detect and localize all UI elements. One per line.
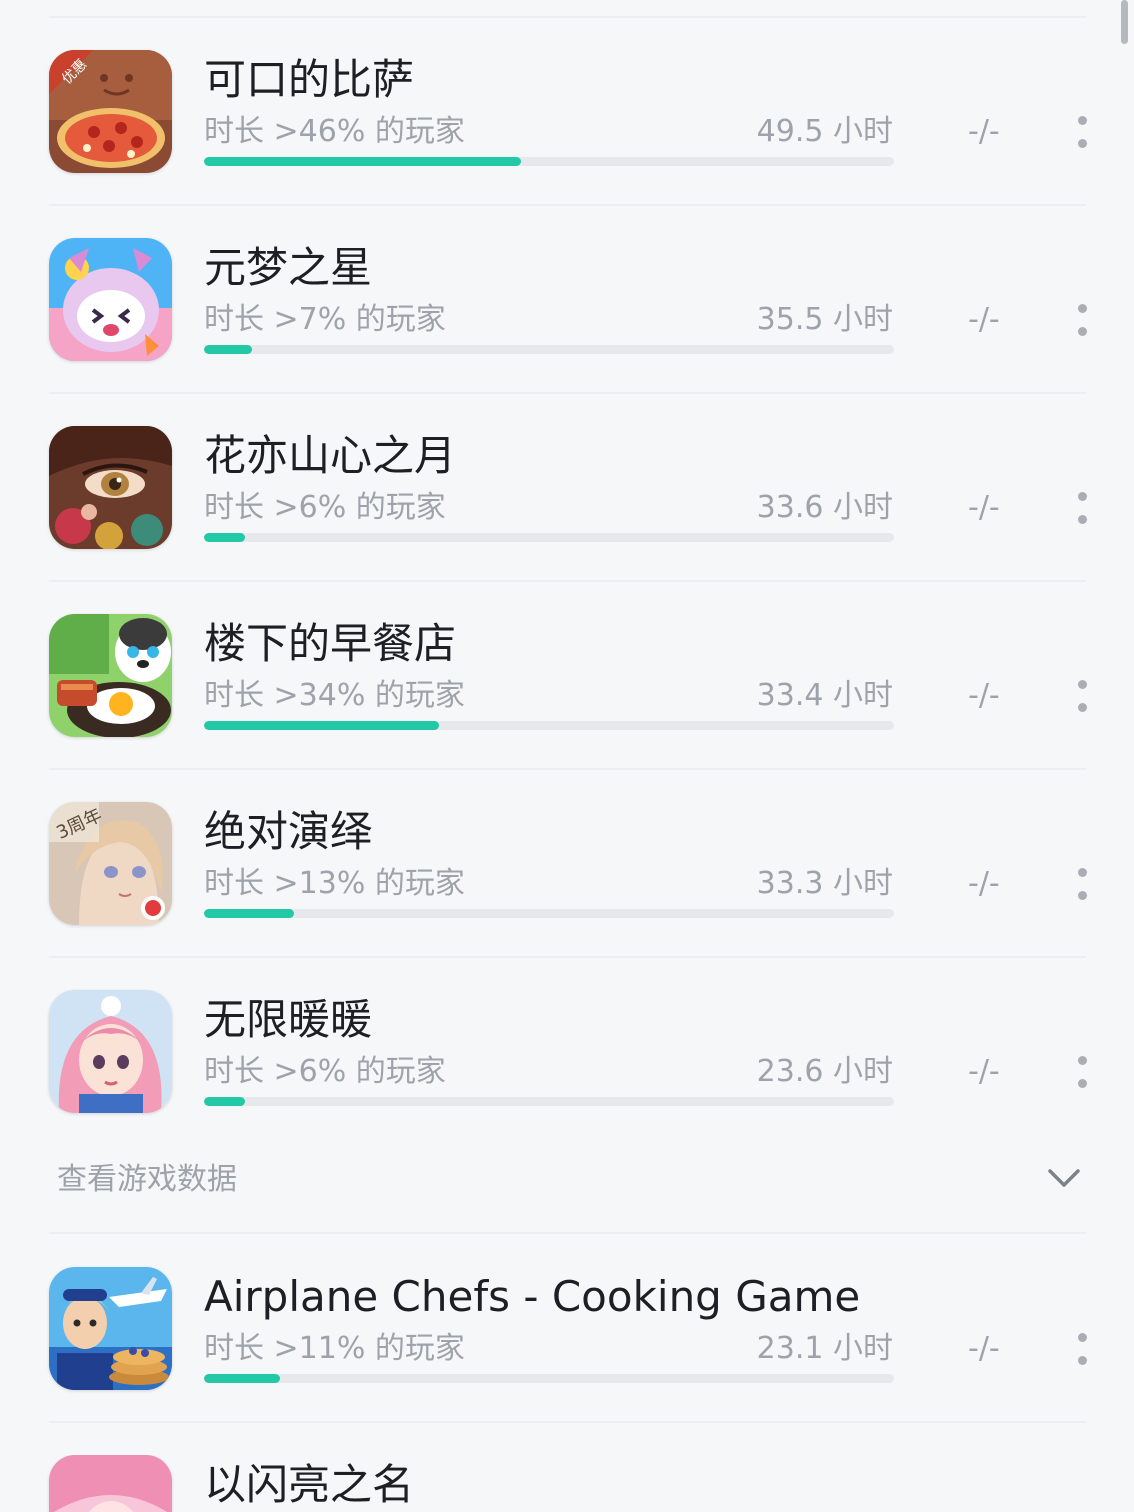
game-title[interactable]: 楼下的早餐店 (204, 616, 456, 672)
percentile-bar-fill (204, 157, 522, 166)
percentile-bar-fill (204, 909, 294, 918)
more-options-icon[interactable] (1072, 1333, 1092, 1365)
percentile-bar-fill (204, 1097, 246, 1106)
game-row[interactable]: 楼下的早餐店 时长 >34% 的玩家 33.4 小时 -/- (0, 614, 1134, 802)
game-title[interactable]: Airplane Chefs - Cooking Game (204, 1269, 860, 1325)
view-game-data-toggle[interactable]: 查看游戏数据 (0, 1152, 1134, 1212)
rank-value: -/- (968, 302, 1000, 337)
game-row[interactable]: 元梦之星 时长 >7% 的玩家 35.5 小时 -/- (0, 238, 1134, 426)
percentile-text: 时长 >34% 的玩家 (204, 678, 465, 713)
percentile-bar-fill (204, 533, 246, 542)
section-label[interactable]: 查看游戏数据 (57, 1158, 237, 1202)
rank-value: -/- (968, 678, 1000, 713)
percentile-bar (204, 157, 894, 166)
game-row[interactable]: 以闪亮之名 (0, 1455, 1134, 1512)
huayi-game-icon[interactable] (49, 426, 172, 549)
rank-value: -/- (968, 866, 1000, 901)
playtime-hours: 23.1 小时 (756, 1331, 893, 1366)
game-title[interactable]: 元梦之星 (204, 240, 372, 296)
percentile-bar (204, 721, 894, 730)
yuanmeng-game-icon[interactable] (49, 238, 172, 361)
divider (49, 16, 1086, 18)
divider (49, 768, 1086, 770)
pizza-game-icon[interactable]: 优惠 (49, 50, 172, 173)
percentile-bar (204, 1097, 894, 1106)
percentile-text: 时长 >11% 的玩家 (204, 1331, 465, 1366)
rank-value: -/- (968, 1331, 1000, 1366)
divider (49, 956, 1086, 958)
more-options-icon[interactable] (1072, 680, 1092, 712)
more-options-icon[interactable] (1072, 492, 1092, 524)
playtime-hours: 23.6 小时 (756, 1054, 893, 1089)
airplane-chefs-game-icon[interactable] (49, 1267, 172, 1390)
divider (49, 392, 1086, 394)
more-options-icon[interactable] (1072, 868, 1092, 900)
game-row[interactable]: 无限暖暖 时长 >6% 的玩家 23.6 小时 -/- (0, 990, 1134, 1178)
percentile-text: 时长 >13% 的玩家 (204, 866, 465, 901)
rank-value: -/- (968, 114, 1000, 149)
percentile-bar (204, 533, 894, 542)
game-title[interactable]: 可口的比萨 (204, 52, 414, 108)
game-title[interactable]: 无限暖暖 (204, 992, 372, 1048)
scrollbar-thumb[interactable] (1121, 0, 1128, 44)
percentile-text: 时长 >46% 的玩家 (204, 114, 465, 149)
game-row[interactable]: 3周年 绝对演绎 时长 >13% 的玩家 33.3 小时 -/- (0, 802, 1134, 990)
percentile-bar-fill (204, 1374, 280, 1383)
rank-value: -/- (968, 1054, 1000, 1089)
divider (49, 204, 1086, 206)
more-options-icon[interactable] (1072, 1056, 1092, 1088)
percentile-text: 时长 >6% 的玩家 (204, 1054, 446, 1089)
playtime-hours: 33.3 小时 (756, 866, 893, 901)
percentile-bar-fill (204, 345, 253, 354)
breakfast-game-icon[interactable] (49, 614, 172, 737)
playtime-hours: 35.5 小时 (756, 302, 893, 337)
percentile-text: 时长 >7% 的玩家 (204, 302, 446, 337)
rank-value: -/- (968, 490, 1000, 525)
playtime-hours: 49.5 小时 (756, 114, 893, 149)
chevron-down-icon[interactable] (1046, 1166, 1082, 1190)
divider (49, 580, 1086, 582)
divider (49, 1421, 1086, 1423)
divider (49, 1232, 1086, 1234)
percentile-bar-fill (204, 721, 439, 730)
playtime-hours: 33.4 小时 (756, 678, 893, 713)
playtime-hours: 33.6 小时 (756, 490, 893, 525)
nuannuan-game-icon[interactable] (49, 990, 172, 1113)
game-row[interactable]: 花亦山心之月 时长 >6% 的玩家 33.6 小时 -/- (0, 426, 1134, 614)
game-title[interactable]: 以闪亮之名 (204, 1457, 414, 1512)
percentile-bar (204, 909, 894, 918)
juedui-game-icon[interactable]: 3周年 (49, 802, 172, 925)
game-row[interactable]: Airplane Chefs - Cooking Game 时长 >11% 的玩… (0, 1267, 1134, 1455)
shining-game-icon[interactable] (49, 1455, 172, 1512)
more-options-icon[interactable] (1072, 304, 1092, 336)
percentile-bar (204, 1374, 894, 1383)
game-title[interactable]: 绝对演绎 (204, 804, 372, 860)
game-row[interactable]: 优惠 可口的比萨 时长 >46% 的玩家 49.5 小时 -/- (0, 50, 1134, 238)
percentile-bar (204, 345, 894, 354)
percentile-text: 时长 >6% 的玩家 (204, 490, 446, 525)
more-options-icon[interactable] (1072, 116, 1092, 148)
game-title[interactable]: 花亦山心之月 (204, 428, 456, 484)
